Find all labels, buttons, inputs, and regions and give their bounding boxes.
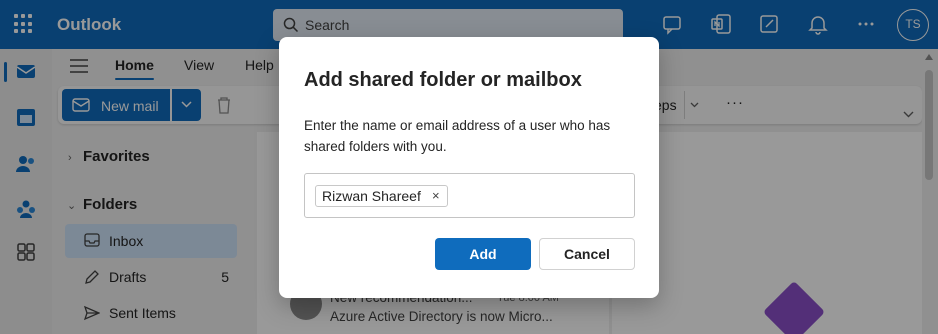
- dialog-title: Add shared folder or mailbox: [304, 69, 582, 91]
- remove-recipient-icon[interactable]: ×: [429, 186, 443, 206]
- recipient-name: Rizwan Shareef: [322, 188, 421, 204]
- recipient-input[interactable]: Rizwan Shareef ×: [304, 173, 635, 218]
- add-button[interactable]: Add: [435, 238, 531, 270]
- add-shared-folder-dialog: Add shared folder or mailbox Enter the n…: [279, 37, 659, 298]
- cancel-button[interactable]: Cancel: [539, 238, 635, 270]
- recipient-chip[interactable]: Rizwan Shareef ×: [315, 185, 448, 207]
- dialog-description: Enter the name or email address of a use…: [304, 118, 611, 154]
